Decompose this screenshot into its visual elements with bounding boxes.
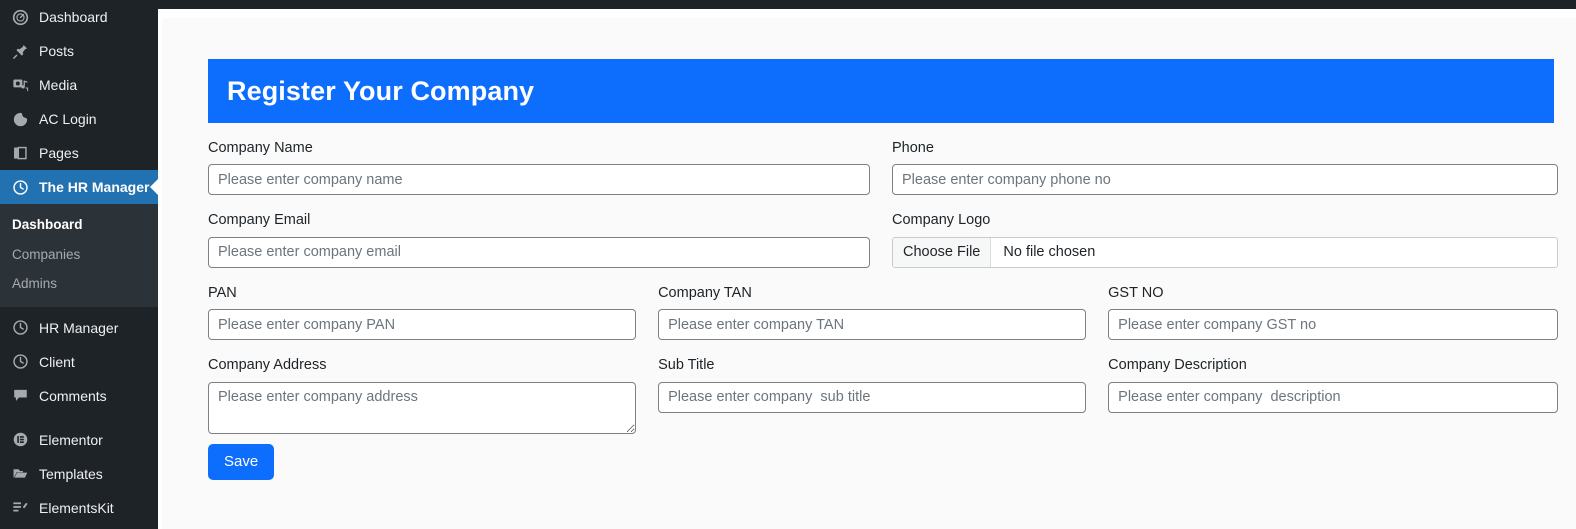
sidebar-subitem-label: Companies (12, 246, 81, 262)
sidebar-subitem-companies[interactable]: Companies (0, 240, 158, 270)
label-phone: Phone (892, 140, 934, 156)
save-button[interactable]: Save (208, 443, 275, 480)
sidebar-item-ac-login[interactable]: AC Login (0, 102, 158, 136)
choose-file-button[interactable]: Choose File (893, 237, 992, 267)
sidebar-item-the-hr-manager[interactable]: The HR Manager (0, 170, 158, 204)
sidebar-item-client[interactable]: Client (0, 345, 158, 379)
form-row-2: Company Email Company Logo Choose File N… (208, 195, 1558, 268)
sidebar-item-label: Client (39, 353, 75, 370)
sidebar-separator (0, 413, 158, 423)
dashboard-gauge-icon (10, 7, 30, 27)
label-company-name: Company Name (208, 140, 313, 156)
label-company-tan: Company TAN (658, 284, 752, 301)
sidebar-item-posts[interactable]: Posts (0, 34, 158, 68)
sub-title-input[interactable] (658, 381, 1087, 413)
admin-bar (158, 0, 1576, 9)
sidebar-submenu-hr-manager: Dashboard Companies Admins (0, 204, 158, 307)
sidebar-subitem-label: Admins (12, 276, 58, 292)
label-gst-no: GST NO (1108, 284, 1164, 301)
gst-no-input[interactable] (1108, 309, 1558, 341)
sidebar-item-label: Elementor (39, 431, 103, 448)
pushpin-icon (10, 41, 30, 61)
folder-icon (10, 464, 30, 484)
label-pan: PAN (208, 284, 237, 301)
label-company-email: Company Email (208, 212, 311, 229)
company-address-textarea[interactable] (208, 381, 637, 434)
field-company-description: Company Description (1108, 357, 1558, 433)
field-phone: Phone (892, 140, 1558, 196)
page-header: Register Your Company (208, 59, 1554, 123)
label-sub-title: Sub Title (658, 357, 715, 374)
field-sub-title: Sub Title (658, 357, 1108, 433)
clock-icon (10, 352, 30, 372)
company-email-input[interactable] (208, 236, 870, 268)
field-gst-no: GST NO (1108, 284, 1558, 341)
sidebar-item-pages[interactable]: Pages (0, 136, 158, 170)
company-name-input[interactable] (208, 164, 870, 196)
main-content: Register Your Company Company Name Phone (158, 9, 1576, 529)
sidebar-item-label: Templates (39, 465, 103, 482)
comment-icon (10, 386, 30, 406)
field-company-name: Company Name (208, 140, 892, 196)
sidebar-item-label: Posts (39, 43, 75, 59)
sidebar-item-label: AC Login (39, 111, 97, 127)
sidebar-item-templates[interactable]: Templates (0, 457, 158, 491)
sidebar-item-label: Comments (39, 387, 107, 404)
sidebar-item-label: The HR Manager (39, 179, 150, 195)
field-company-tan: Company TAN (658, 284, 1108, 341)
sidebar-item-label: HR Manager (39, 319, 119, 336)
sidebar-item-label: Media (39, 77, 78, 93)
sidebar-item-media[interactable]: Media (0, 68, 158, 102)
sidebar-item-elementskit[interactable]: ElementsKit (0, 491, 158, 525)
elementor-icon (10, 430, 30, 450)
admin-sidebar: Dashboard Posts Media AC Login Pages The… (0, 0, 158, 529)
company-registration-form: Company Name Phone Company Email (208, 140, 1558, 480)
media-icon (10, 75, 30, 95)
sidebar-item-label: Pages (39, 145, 79, 161)
label-company-address: Company Address (208, 357, 327, 374)
form-row-1: Company Name Phone (208, 140, 1558, 196)
page-title: Register Your Company (227, 75, 535, 106)
company-logo-file-input[interactable]: Choose File No file chosen (892, 236, 1558, 268)
sidebar-subitem-label: Dashboard (12, 217, 83, 232)
label-company-description: Company Description (1108, 357, 1247, 374)
sidebar-item-dashboard[interactable]: Dashboard (0, 0, 158, 34)
phone-input[interactable] (892, 164, 1558, 196)
clock-icon (10, 177, 30, 197)
company-tan-input[interactable] (658, 309, 1087, 341)
pan-input[interactable] (208, 309, 637, 341)
sidebar-item-hr-manager[interactable]: HR Manager (0, 311, 158, 345)
sidebar-item-elementor[interactable]: Elementor (0, 423, 158, 457)
sidebar-item-label: Dashboard (39, 9, 108, 25)
pages-icon (10, 143, 30, 163)
label-company-logo: Company Logo (892, 212, 991, 229)
field-pan: PAN (208, 284, 658, 341)
sidebar-item-label: ElementsKit (39, 499, 114, 516)
ac-login-icon (10, 109, 30, 129)
company-description-input[interactable] (1108, 381, 1558, 413)
field-company-logo: Company Logo Choose File No file chosen (892, 212, 1558, 268)
field-company-address: Company Address (208, 357, 658, 434)
field-company-email: Company Email (208, 212, 892, 268)
clock-icon (10, 318, 30, 338)
file-status-text: No file chosen (1003, 244, 1096, 261)
form-row-3: PAN Company TAN GST NO (208, 284, 1558, 341)
content-card: Register Your Company Company Name Phone (162, 18, 1576, 529)
sidebar-subitem-dashboard[interactable]: Dashboard (0, 210, 158, 240)
form-row-4: Company Address Sub Title Company Descri… (208, 357, 1558, 434)
sidebar-subitem-admins[interactable]: Admins (0, 269, 158, 299)
sidebar-item-comments[interactable]: Comments (0, 379, 158, 413)
elementskit-icon (10, 498, 30, 518)
current-menu-arrow (150, 179, 158, 195)
